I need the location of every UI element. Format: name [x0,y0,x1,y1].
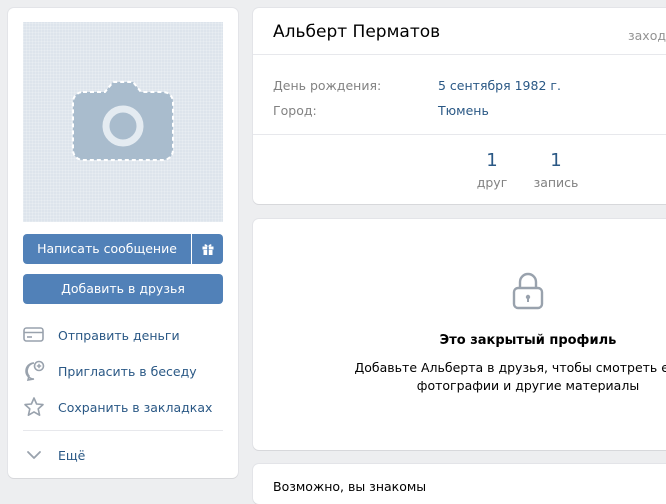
send-message-button[interactable]: Написать сообщение [23,234,191,264]
send-money-action[interactable]: Отправить деньги [23,322,223,348]
send-money-label: Отправить деньги [58,327,180,343]
gift-icon [202,244,213,255]
profile-name: Альберт Перматов [273,22,441,42]
camera-icon [72,81,174,161]
suggestions-card: Возможно, вы знакомы [253,464,666,504]
closed-profile-title: Это закрытый профиль [439,333,617,348]
closed-profile-line-2: фотографии и другие материалы [416,378,640,393]
more-label: Ещё [58,447,86,463]
friends-count: 1 [486,150,498,171]
city-label: Город: [273,103,317,118]
save-to-bookmarks-label: Сохранить в закладках [58,399,213,415]
chevron-down-icon [23,444,45,466]
invite-to-chat-label: Пригласить в беседу [58,363,197,379]
city-link[interactable]: Тюмень [438,103,489,118]
posts-count: 1 [550,150,562,171]
send-gift-button[interactable] [192,234,223,264]
counters-divider [253,134,666,135]
online-status: заходил [628,28,666,43]
invite-to-chat-action[interactable]: Пригласить в беседу [23,358,223,384]
star-icon [23,396,45,418]
card-icon [23,324,45,346]
header-divider [253,54,666,55]
posts-counter[interactable]: 1 запись [528,150,584,190]
save-to-bookmarks-action[interactable]: Сохранить в закладках [23,394,223,420]
closed-profile-description: Добавьте Альберта в друзья, чтобы смотре… [253,359,666,395]
lock-icon [512,272,544,310]
profile-info-card: Альберт Перматов заходил День рождения: … [253,8,666,204]
add-friend-button[interactable]: Добавить в друзья [23,274,223,304]
posts-caption: запись [533,175,579,190]
left-divider [23,430,223,431]
chat-plus-icon [23,360,45,382]
closed-profile-card: Это закрытый профиль Добавьте Альберта в… [253,219,666,450]
birthday-link[interactable]: 5 сентября 1982 г. [438,78,561,93]
closed-profile-line-1: Добавьте Альберта в друзья, чтобы смотре… [354,360,666,375]
profile-photo-placeholder[interactable] [23,22,223,222]
friends-caption: друг [476,175,508,190]
suggestions-title: Возможно, вы знакомы [273,479,427,494]
left-column-card: Написать сообщение Добавить в друзья Отп… [8,8,238,478]
birthday-label: День рождения: [273,78,382,93]
friends-counter[interactable]: 1 друг [467,150,517,190]
more-actions[interactable]: Ещё [23,442,223,468]
